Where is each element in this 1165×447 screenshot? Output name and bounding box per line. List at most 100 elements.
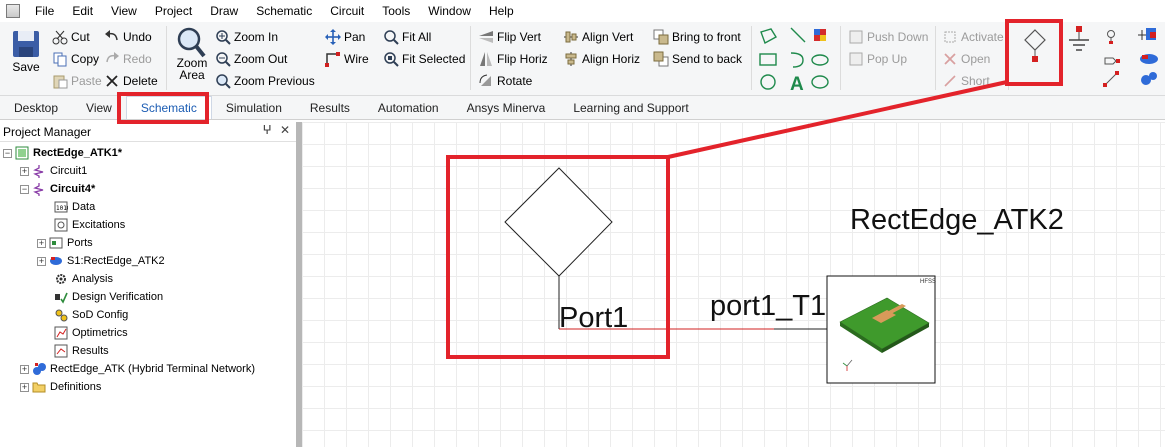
- tree-node-data[interactable]: 1010 Data: [54, 198, 95, 216]
- flip-horiz-button[interactable]: Flip Horiz: [478, 49, 548, 69]
- menu-circuit[interactable]: Circuit: [321, 0, 373, 22]
- collapse-toggle[interactable]: −: [3, 148, 12, 158]
- menu-schematic[interactable]: Schematic: [247, 0, 321, 22]
- tree-node-excitations[interactable]: Excitations: [54, 216, 125, 234]
- gear-icon: [56, 274, 66, 284]
- port-label[interactable]: Port1: [559, 302, 628, 335]
- cut-button[interactable]: Cut: [52, 27, 90, 47]
- tree-node-circuit1[interactable]: + Circuit1: [20, 162, 87, 180]
- sod-config-icon: [55, 309, 68, 322]
- zoom-in-label: Zoom In: [234, 30, 279, 44]
- menu-bar: File Edit View Project Draw Schematic Ci…: [0, 0, 1165, 22]
- menu-window[interactable]: Window: [419, 0, 480, 22]
- align-vert-button[interactable]: Align Vert: [563, 27, 633, 47]
- tab-schematic[interactable]: Schematic: [125, 96, 212, 119]
- undo-label: Undo: [123, 30, 152, 44]
- tree-node-results[interactable]: Results: [54, 342, 109, 360]
- net-label[interactable]: port1_T1: [710, 290, 826, 323]
- expand-toggle[interactable]: +: [20, 382, 29, 392]
- fit-all-button[interactable]: Fit All: [383, 27, 431, 47]
- tab-desktop[interactable]: Desktop: [0, 97, 72, 119]
- tree-node-ports[interactable]: + Ports: [37, 234, 93, 252]
- tab-ansys-minerva[interactable]: Ansys Minerva: [453, 97, 560, 119]
- bring-to-front-button[interactable]: Bring to front: [653, 27, 741, 47]
- ground-icon[interactable]: [1066, 26, 1092, 56]
- tab-simulation[interactable]: Simulation: [212, 97, 296, 119]
- short-button[interactable]: Short: [942, 71, 990, 91]
- zoom-area-button[interactable]: Zoom Area: [172, 26, 212, 81]
- expand-toggle[interactable]: +: [20, 364, 29, 374]
- push-down-button[interactable]: Push Down: [848, 27, 928, 47]
- wire-button[interactable]: Wire: [325, 49, 369, 69]
- zoom-previous-button[interactable]: Zoom Previous: [215, 71, 315, 91]
- tab-results[interactable]: Results: [296, 97, 364, 119]
- expand-toggle[interactable]: +: [20, 166, 29, 176]
- probe-tools-icon[interactable]: [1101, 28, 1121, 88]
- tab-automation[interactable]: Automation: [364, 97, 453, 119]
- tree-node-optimetrics[interactable]: Optimetrics: [54, 324, 128, 342]
- draw-shapes-gallery[interactable]: A: [757, 26, 832, 92]
- send-to-back-button[interactable]: Send to back: [653, 49, 742, 69]
- results-icon: [54, 344, 68, 358]
- tree-node-definitions[interactable]: + Definitions: [20, 378, 101, 396]
- tab-view[interactable]: View: [72, 97, 126, 119]
- open-button[interactable]: Open: [942, 49, 990, 69]
- tree-node-s1-rectedge-atk2[interactable]: + S1:RectEdge_ATK2: [37, 252, 165, 270]
- component-tools-icon[interactable]: [1138, 26, 1160, 90]
- save-label: Save: [12, 60, 40, 74]
- push-down-icon: [848, 29, 864, 45]
- close-icon[interactable]: ✕: [280, 123, 290, 137]
- tree-node-rectedge-atk1[interactable]: − RectEdge_ATK1*: [3, 144, 122, 162]
- rotate-button[interactable]: Rotate: [478, 71, 532, 91]
- save-button[interactable]: Save: [8, 28, 44, 74]
- schematic-canvas[interactable]: HFSS RectEdge_ATK2 Port1 port1_T1: [302, 122, 1165, 447]
- pin-icon[interactable]: ⵖ: [263, 123, 277, 137]
- align-horiz-button[interactable]: Align Horiz: [563, 49, 640, 69]
- pop-up-button[interactable]: Pop Up: [848, 49, 907, 69]
- circuit-icon: [33, 183, 44, 196]
- paste-button[interactable]: Paste: [52, 71, 102, 91]
- ribbon-toolbar: Save Cut Copy Paste Undo Redo Delete Zoo…: [0, 22, 1165, 96]
- hybrid-network-icon: [33, 363, 46, 375]
- zoom-in-button[interactable]: Zoom In: [215, 27, 278, 47]
- bring-to-front-label: Bring to front: [672, 30, 741, 44]
- data-icon: 1010: [54, 201, 68, 213]
- redo-button[interactable]: Redo: [104, 49, 152, 69]
- pan-button[interactable]: Pan: [325, 27, 365, 47]
- tree-node-design-verification[interactable]: Design Verification: [54, 288, 163, 306]
- activate-button[interactable]: Activate: [942, 27, 1004, 47]
- flip-horiz-icon: [478, 51, 494, 67]
- tree-node-analysis[interactable]: Analysis: [54, 270, 113, 288]
- port-button[interactable]: [1016, 28, 1054, 68]
- menu-file[interactable]: File: [26, 0, 63, 22]
- menu-draw[interactable]: Draw: [201, 0, 247, 22]
- menu-project[interactable]: Project: [146, 0, 201, 22]
- delete-button[interactable]: Delete: [104, 71, 158, 91]
- copy-icon: [52, 51, 68, 67]
- flip-vert-button[interactable]: Flip Vert: [478, 27, 541, 47]
- tree-node-rectedge-atk[interactable]: + RectEdge_ATK (Hybrid Terminal Network): [20, 360, 255, 378]
- copy-button[interactable]: Copy: [52, 49, 99, 69]
- fit-selected-button[interactable]: Fit Selected: [383, 49, 465, 69]
- menu-edit[interactable]: Edit: [63, 0, 102, 22]
- menu-tools[interactable]: Tools: [373, 0, 419, 22]
- short-label: Short: [961, 74, 990, 88]
- tab-learning-and-support[interactable]: Learning and Support: [559, 97, 702, 119]
- zoom-out-button[interactable]: Zoom Out: [215, 49, 287, 69]
- component-title[interactable]: RectEdge_ATK2: [850, 204, 1064, 237]
- expand-toggle[interactable]: +: [37, 256, 46, 266]
- menu-help[interactable]: Help: [480, 0, 523, 22]
- undo-button[interactable]: Undo: [104, 27, 152, 47]
- collapse-toggle[interactable]: −: [20, 184, 29, 194]
- tree-node-sod-config[interactable]: SoD Config: [54, 306, 128, 324]
- schematic-drawing: HFSS: [504, 167, 936, 384]
- wire-icon: [325, 51, 341, 67]
- ribbon-tabs: Desktop View Schematic Simulation Result…: [0, 96, 1165, 120]
- menu-view[interactable]: View: [102, 0, 146, 22]
- zoom-out-icon: [215, 51, 231, 67]
- port-symbol[interactable]: [504, 167, 613, 277]
- expand-toggle[interactable]: +: [37, 238, 46, 248]
- ribbon-separator: [840, 26, 841, 90]
- push-down-label: Push Down: [867, 30, 929, 44]
- tree-node-circuit4[interactable]: − Circuit4*: [20, 180, 95, 198]
